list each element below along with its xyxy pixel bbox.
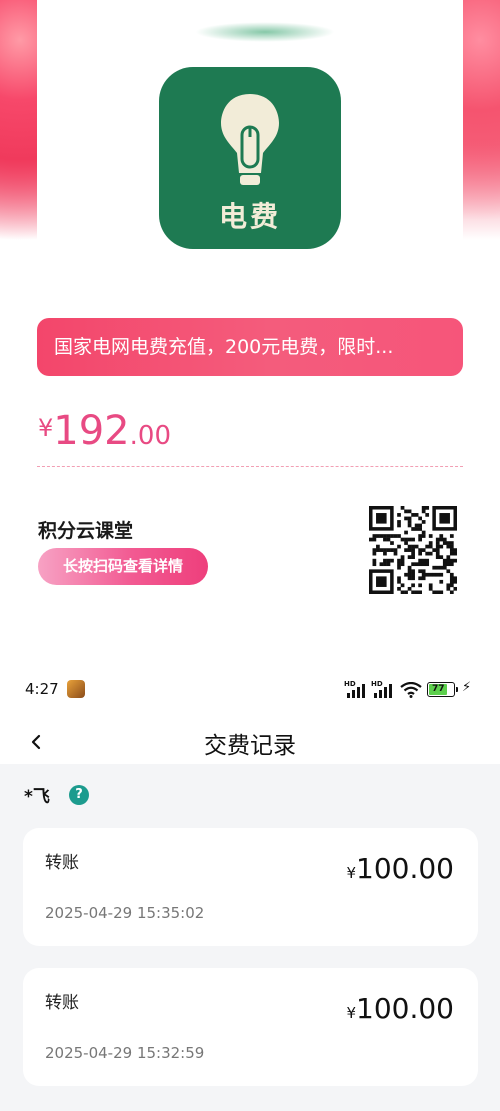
price-currency: ¥: [38, 414, 54, 442]
record-type: 转账: [45, 853, 79, 873]
signal-hd-label: HD: [344, 680, 356, 688]
signal-icon: HD: [371, 680, 393, 702]
record-currency: ¥: [346, 1004, 357, 1022]
price-decimal: .00: [129, 421, 171, 451]
payment-record-card[interactable]: 转账 ¥100.00 2025-04-29 15:35:02: [23, 828, 478, 946]
record-time: 2025-04-29 15:32:59: [45, 1044, 205, 1062]
price-integer: 192: [53, 408, 130, 454]
qr-code[interactable]: [369, 506, 457, 594]
signal-icon: HD: [344, 680, 366, 702]
record-time: 2025-04-29 15:35:02: [45, 904, 205, 922]
brand-name: 积分云课堂: [38, 520, 134, 542]
page-title: 交费记录: [204, 733, 296, 759]
payment-record-card[interactable]: 转账 ¥100.00 2025-04-29 15:32:59: [23, 968, 478, 1086]
decorative-glow: [195, 22, 335, 42]
electricity-app-icon: 电费: [159, 67, 341, 249]
payment-records-screen: 4:27 HD HD 77 ⚡ 交费记录 *飞 ? 转账 ¥100.00 202…: [0, 660, 500, 1111]
navigation-bar: 交费记录: [0, 720, 500, 764]
status-time: 4:27: [25, 680, 59, 698]
dashed-divider: [37, 466, 463, 467]
help-icon[interactable]: ?: [68, 784, 89, 805]
record-type: 转账: [45, 993, 79, 1013]
wifi-icon: [400, 682, 422, 698]
product-title: 国家电网电费充值，200元电费，限时...: [37, 318, 463, 376]
product-price: ¥192.00: [38, 408, 171, 454]
battery-level: 77: [429, 684, 448, 695]
scan-detail-button[interactable]: 长按扫码查看详情: [38, 548, 208, 585]
battery-icon: 77: [427, 682, 458, 697]
status-bar: 4:27 HD HD 77 ⚡: [0, 660, 500, 720]
charging-bolt-icon: ⚡: [462, 680, 472, 695]
game-app-icon: [67, 680, 85, 698]
payer-row: *飞 ?: [24, 782, 89, 807]
payer-name: *飞: [24, 787, 50, 807]
record-amount: ¥100.00: [346, 992, 454, 1025]
app-icon-label: 电费: [218, 200, 281, 233]
promo-poster: 电费 国家电网电费充值，200元电费，限时... ¥192.00 积分云课堂 长…: [0, 0, 500, 660]
signal-hd-label: HD: [371, 680, 383, 688]
record-amount-value: 100.00: [356, 992, 454, 1025]
record-amount: ¥100.00: [346, 852, 454, 885]
record-currency: ¥: [346, 864, 357, 882]
record-amount-value: 100.00: [356, 852, 454, 885]
